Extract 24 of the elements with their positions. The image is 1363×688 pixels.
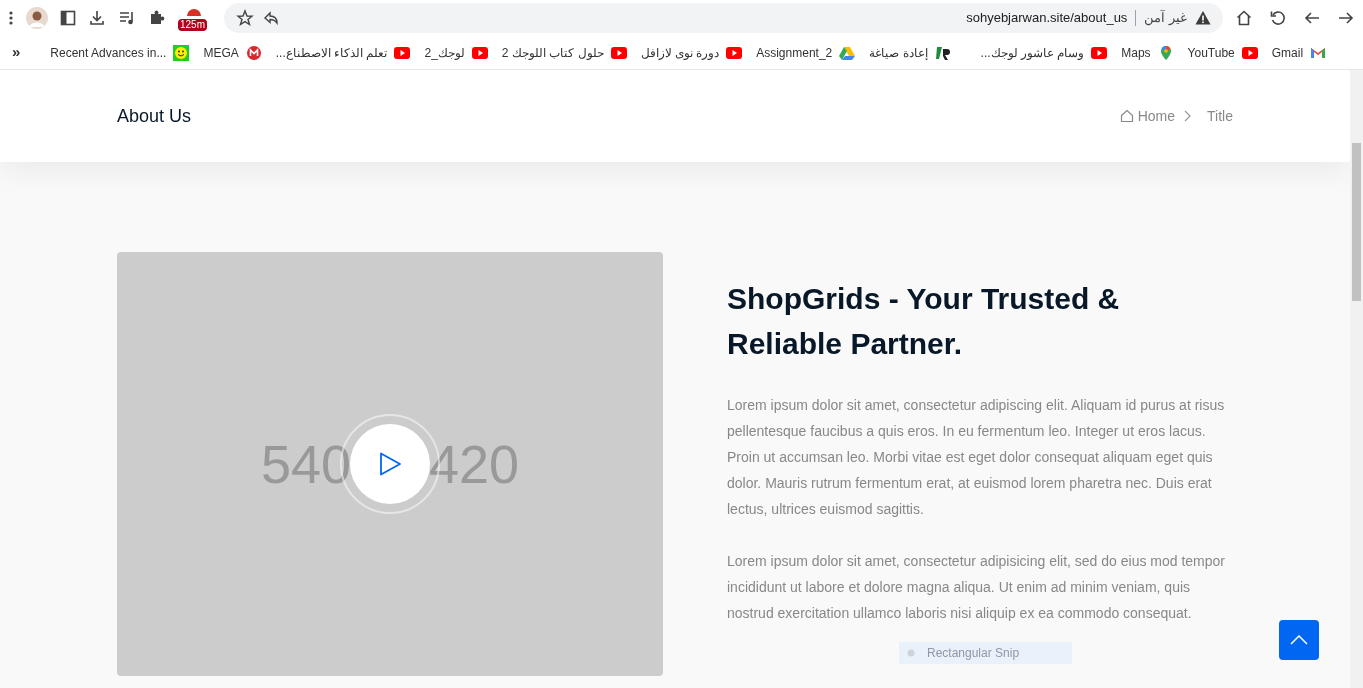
security-label[interactable]: غير آمن (1144, 7, 1187, 28)
bookmark[interactable]: MEGA (203, 43, 262, 62)
bookmark[interactable]: وسام عاشور لوجك... (980, 43, 1108, 62)
snip-label: Rectangular Snip (927, 645, 1020, 662)
url-text[interactable]: sohyebjarwan.site/about_us (966, 7, 1128, 28)
bookmark[interactable]: YouTube (1187, 43, 1258, 62)
extension-badge: 125m (178, 18, 207, 31)
section-heading: ShopGrids - Your Trusted & Reliable Partner. (727, 281, 1121, 362)
bookmark[interactable]: لوجك_2 (424, 43, 488, 62)
extension-button[interactable]: 125m (178, 4, 208, 31)
breadcrumb-link[interactable]: Home (1137, 105, 1176, 127)
breadcrumb-current: Title (1207, 106, 1233, 126)
bookmark[interactable]: Assignment_2 (756, 43, 856, 62)
bookmark[interactable]: Recent Advances in... (50, 43, 190, 62)
bookmark[interactable]: Maps (1121, 43, 1174, 62)
bookmark[interactable]: حلول كتاب اللوجك 2 (501, 43, 627, 62)
bookmarks-overflow-button[interactable]: » (12, 41, 21, 64)
paragraph: Lorem ipsum dolor sit amet, consectetur adipisicing elit, sed do eius mod tempor incididunt ut labore et dolore magna aliqua. Ut enim ad minim veniam, quis nostrud exercitation ullamco laboris nisi aliquip ex ea commodo consequat. (727, 552, 1226, 623)
bookmark[interactable]: تعلم الذكاء الاصطناع... (275, 43, 411, 62)
bookmark[interactable]: دورة نوى لازافل (640, 43, 743, 62)
bookmark[interactable]: Gmail (1271, 43, 1327, 62)
paragraph: Lorem ipsum dolor sit amet, consectetur adipiscing elit. Aliquam id purus at risus pellentesque faucibus a quis eros. In eu fermentum leo. Integer ut eros lacus. Proin ut accumsan leo. Morbi vitae est eget dolor consequat aliquam eget quis dolor. Mauris rutrum fermentum erat, at euismod lorem pharetra nec. Duis erat lectus, ultrices euismod sagittis. (727, 396, 1226, 519)
page-title: About Us (117, 104, 192, 128)
bookmark[interactable]: إعادة صياغة (869, 43, 951, 62)
